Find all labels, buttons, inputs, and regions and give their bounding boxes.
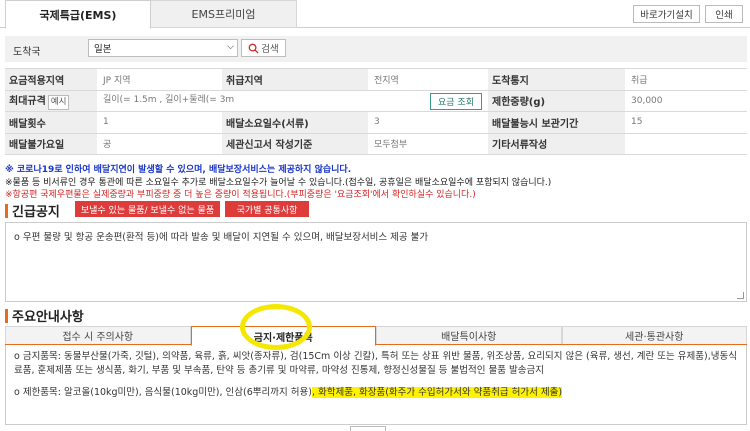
table-row: 요금적용지역 JP 지역 취급지역 전지역 도착통지 취급 bbox=[5, 68, 747, 91]
table-value: 취급 bbox=[625, 68, 747, 91]
table-row: 최대규격 예시 길이(= 1.5m , 길이+둘레(= 3m 요금 조회 제한중량(… bbox=[5, 89, 747, 112]
country-common-button[interactable]: 국가별 공통사항 bbox=[225, 201, 309, 217]
urgent-notice-textarea[interactable]: o 우편 물량 및 항공 운송편(환적 등)에 따라 발송 및 배달이 지연될 … bbox=[5, 222, 747, 302]
table-label: 배달소요일수(서류) bbox=[222, 111, 368, 134]
table-label: 배달횟수 bbox=[5, 111, 97, 134]
tab-ems[interactable]: 국제특급(EMS) bbox=[5, 0, 151, 29]
table-value: 모두첨부 bbox=[368, 132, 488, 155]
urgent-content: o 우편 물량 및 항공 운송편(환적 등)에 따라 발송 및 배달이 지연될 … bbox=[14, 232, 429, 243]
resize-handle[interactable] bbox=[737, 292, 744, 299]
notice-covid: ※ 코로나19로 인하여 배달지연이 발생할 수 있으며, 배달보장서비스는 제… bbox=[5, 165, 352, 175]
table-label: 최대규격 bbox=[9, 95, 46, 107]
notice-weight: ※항공편 국제우편물은 실제중량과 부피중량 중 더 높은 중량이 적용됩니다.… bbox=[5, 190, 476, 200]
search-icon bbox=[248, 43, 259, 54]
table-row: 배달횟수 1 배달소요일수(서류) 3 배달불능시 보관기간 15 bbox=[5, 111, 747, 134]
main-info-title: 주요안내사항 bbox=[12, 310, 84, 325]
destination-select[interactable]: 일본 ⌵ bbox=[88, 39, 238, 57]
main-info-section-title: 주요안내사항 bbox=[5, 306, 84, 325]
service-info-table: 요금적용지역 JP 지역 취급지역 전지역 도착통지 취급 최대규격 예시 길이(… bbox=[5, 68, 747, 155]
max-size-value-cell: 길이(= 1.5m , 길이+둘레(= 3m 요금 조회 bbox=[97, 89, 488, 112]
table-value: 15 bbox=[625, 111, 747, 134]
prohibited-items-content[interactable]: o 금지품목: 동물부산물(가죽, 깃털), 의약품, 육류, 흙, 씨앗(종자… bbox=[5, 345, 747, 425]
table-value: 공 bbox=[97, 132, 222, 155]
search-button[interactable]: 검색 bbox=[241, 39, 286, 57]
destination-label: 도착국 bbox=[13, 47, 41, 58]
section-marker bbox=[5, 308, 8, 323]
max-size-label-cell: 최대규격 예시 bbox=[5, 89, 97, 112]
table-label: 도착통지 bbox=[488, 68, 625, 91]
top-tab-bar: 국제특급(EMS) EMS프리미엄 바로가기설치 인쇄 bbox=[0, 0, 750, 29]
rate-inquiry-button[interactable]: 요금 조회 bbox=[430, 92, 482, 110]
table-row: 배달불가요일 공 세관신고서 작성기준 모두첨부 기타서류작성 bbox=[5, 132, 747, 155]
shortcut-install-button[interactable]: 바로가기설치 bbox=[633, 5, 700, 23]
urgent-section-title: 긴급공지 bbox=[5, 201, 60, 220]
table-value: 3 bbox=[368, 111, 488, 134]
table-label: 기타서류작성 bbox=[488, 132, 625, 155]
table-label: 세관신고서 작성기준 bbox=[222, 132, 368, 155]
bottom-button-stub[interactable] bbox=[350, 426, 386, 431]
destination-row: 도착국 일본 ⌵ 검색 bbox=[5, 36, 747, 62]
table-value: 1 bbox=[97, 111, 222, 134]
tab-customs[interactable]: 세관·통관사항 bbox=[561, 326, 747, 344]
search-button-label: 검색 bbox=[261, 44, 279, 55]
print-button[interactable]: 인쇄 bbox=[705, 5, 743, 23]
table-value bbox=[625, 132, 747, 155]
table-value: 30,000 bbox=[625, 89, 747, 112]
table-label: 배달불능시 보관기간 bbox=[488, 111, 625, 134]
chevron-down-icon: ⌵ bbox=[227, 42, 234, 52]
table-label: 요금적용지역 bbox=[5, 68, 97, 91]
tab-ems-premium[interactable]: EMS프리미엄 bbox=[151, 0, 297, 28]
urgent-title: 긴급공지 bbox=[12, 205, 60, 220]
tab-reception-notes[interactable]: 접수 시 주의사항 bbox=[5, 326, 191, 344]
table-value: JP 지역 bbox=[97, 68, 222, 91]
prohibited-items-text: o 금지품목: 동물부산물(가죽, 깃털), 의약품, 육류, 흙, 씨앗(종자… bbox=[14, 351, 737, 376]
table-label: 제한중량(g) bbox=[488, 89, 625, 112]
tab-delivery-notes[interactable]: 배달특이사항 bbox=[376, 326, 562, 344]
table-label: 취급지역 bbox=[222, 68, 368, 91]
restricted-highlight: , 화학제품, 화장품(화주가 수입허가서와 약품취급 허가서 제출) bbox=[311, 387, 563, 398]
restricted-items-text: o 제한품목: 알코올(10kg미만), 음식물(10kg미만), 인삼(6뿌리… bbox=[14, 386, 738, 400]
info-tabs: 접수 시 주의사항 금지·제한품목 배달특이사항 세관·통관사항 bbox=[5, 326, 747, 346]
table-value: 길이(= 1.5m , 길이+둘레(= 3m bbox=[103, 94, 235, 105]
destination-selected-value: 일본 bbox=[94, 44, 112, 55]
sendable-items-button[interactable]: 보낼수 있는 물품/ 보낼수 없는 물품 bbox=[75, 201, 220, 217]
section-marker bbox=[5, 203, 8, 218]
example-button[interactable]: 예시 bbox=[47, 94, 70, 110]
tab-prohibited-items[interactable]: 금지·제한품목 bbox=[190, 326, 376, 346]
restricted-prefix: o 제한품목: 알코올(10kg미만), 음식물(10kg미만), 인삼(6뿌리… bbox=[14, 387, 312, 398]
table-value: 전지역 bbox=[368, 68, 488, 91]
table-label: 배달불가요일 bbox=[5, 132, 97, 155]
